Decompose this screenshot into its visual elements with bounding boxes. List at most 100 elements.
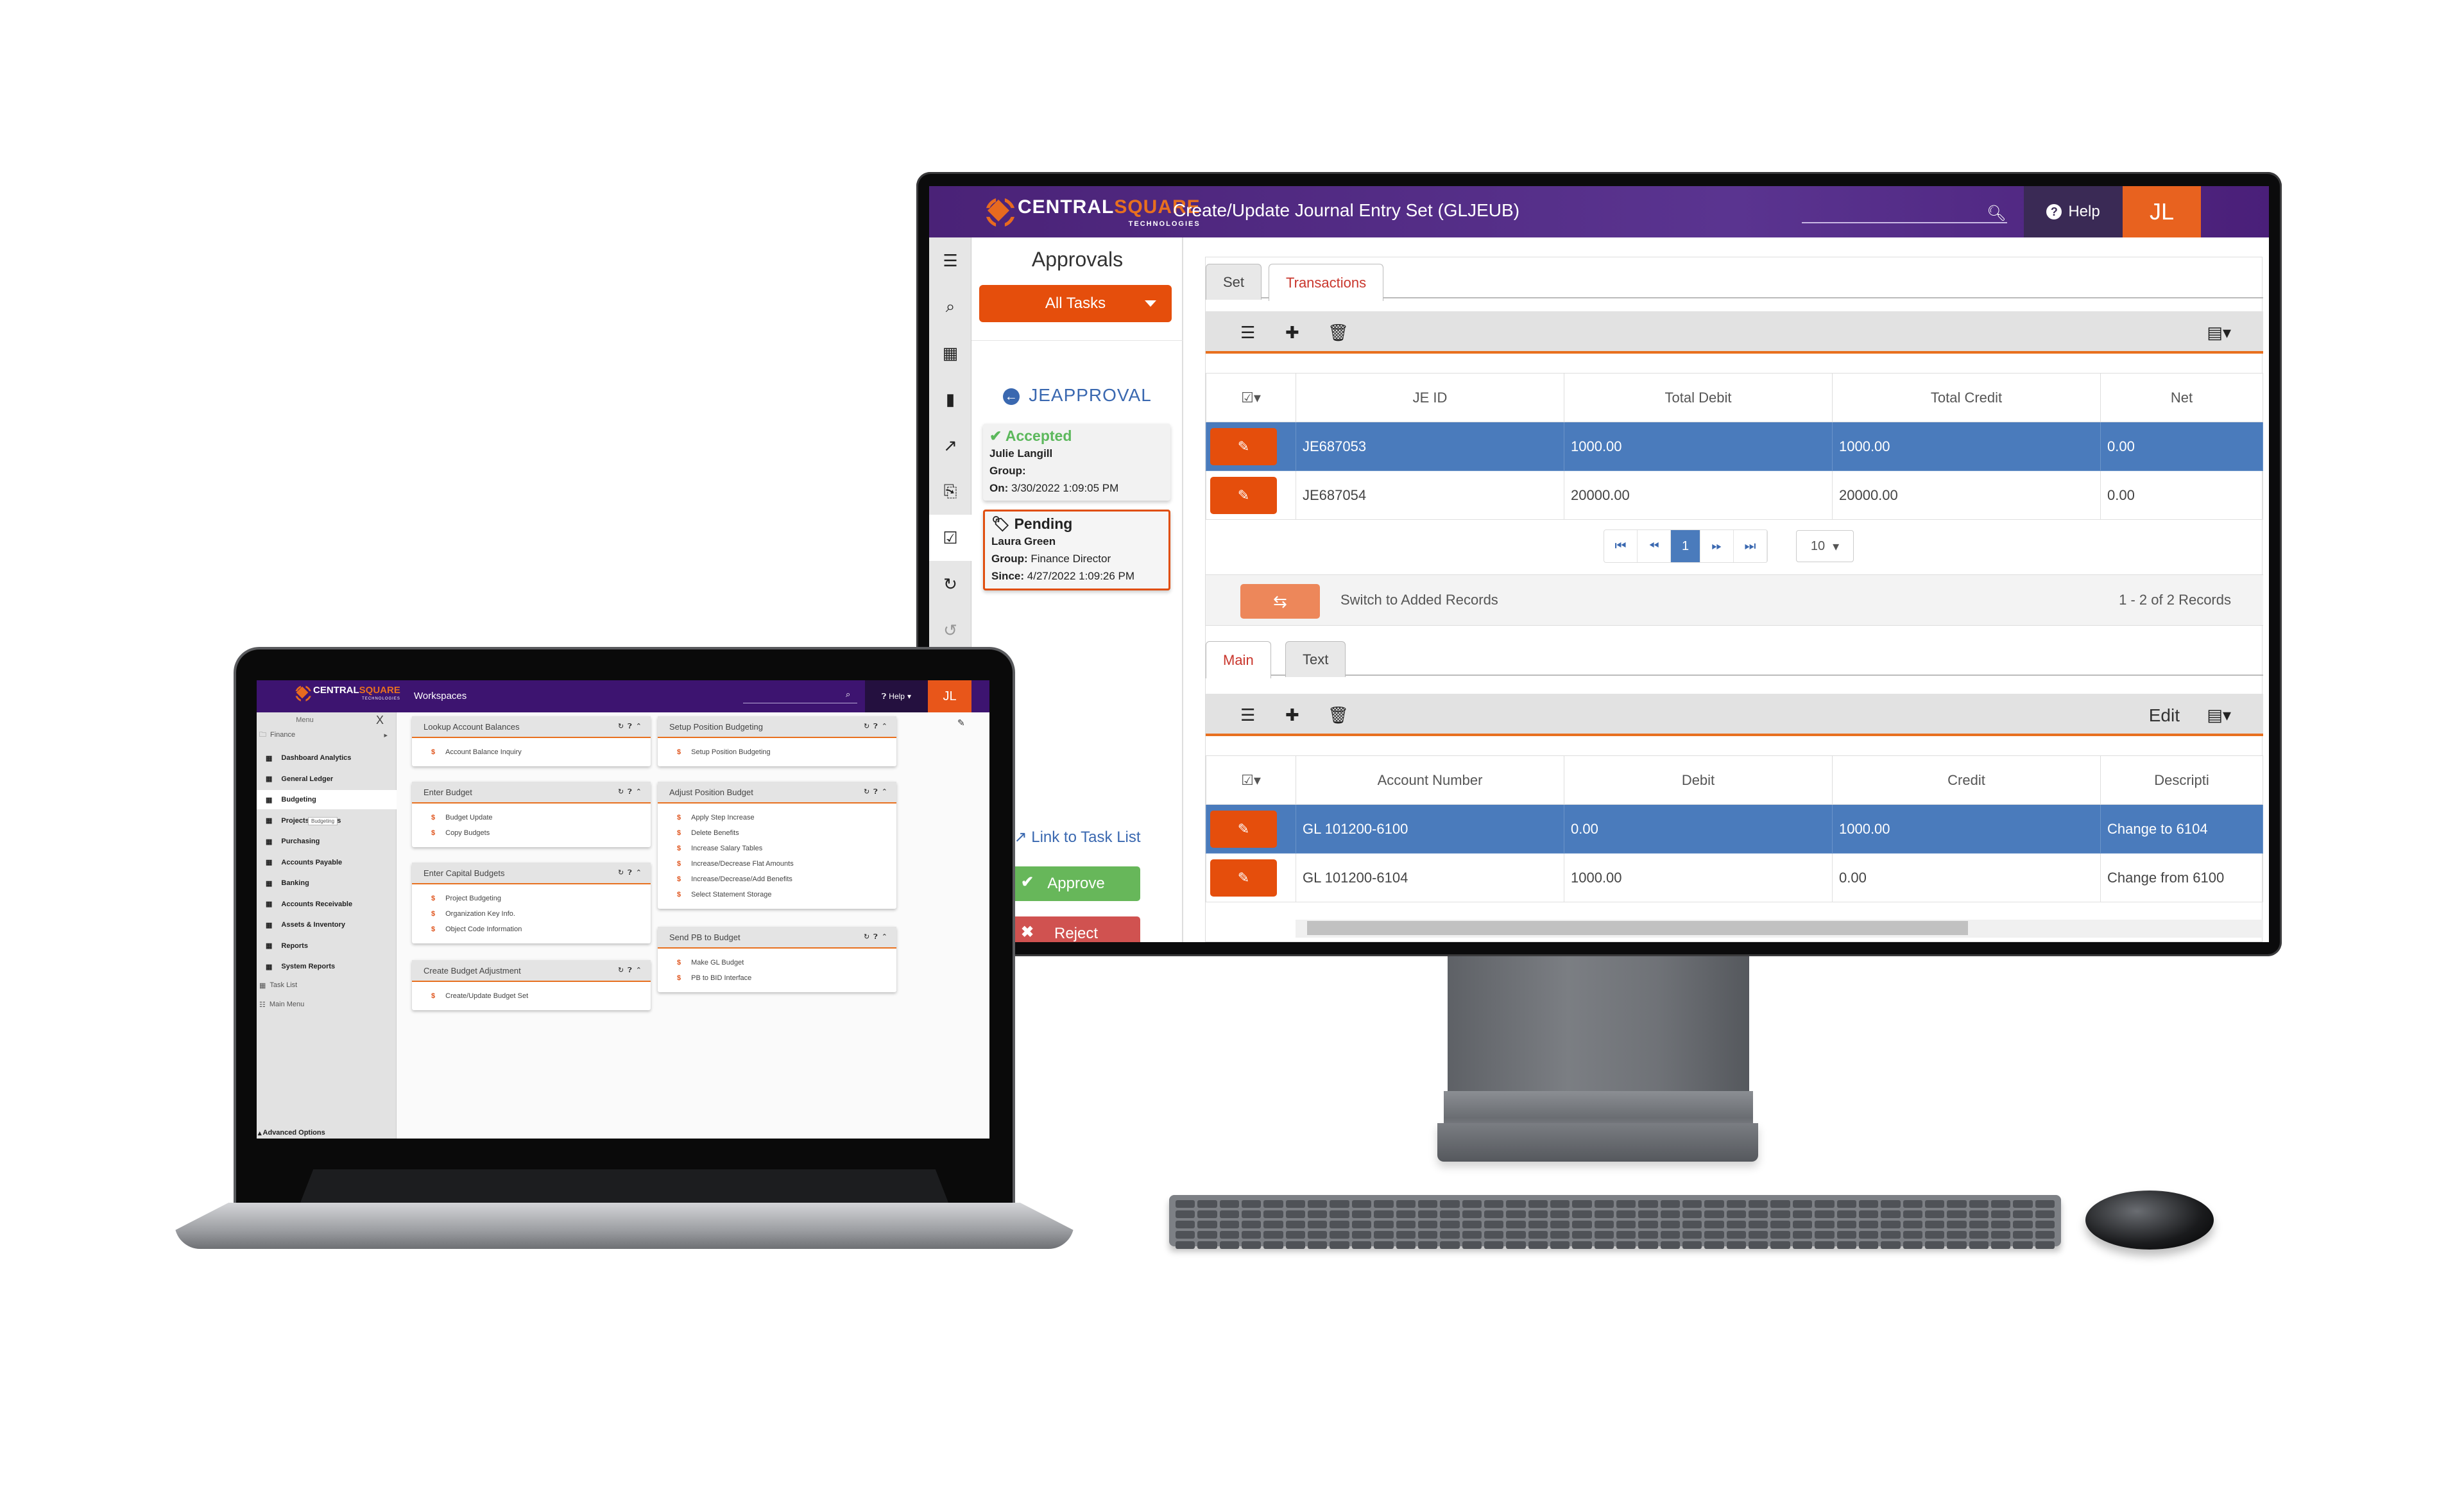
column-chooser-icon[interactable]: ▤▾ xyxy=(2207,705,2231,725)
chevron-up-icon[interactable]: ⌃ xyxy=(636,788,646,796)
chevron-up-icon[interactable]: ⌃ xyxy=(882,933,891,941)
edit-row-button[interactable]: ✎ xyxy=(1210,476,1277,514)
workspace-link[interactable]: $ Account Balance Inquiry xyxy=(431,744,651,760)
menu-main-menu[interactable]: ☷ Main Menu xyxy=(257,995,397,1014)
menu-item[interactable]: ▦ Purchasing xyxy=(257,832,397,851)
help-icon[interactable]: ❓︎ xyxy=(873,933,882,941)
workspace-link[interactable]: $ Object Code Information xyxy=(431,922,651,937)
refresh-icon[interactable]: ↻ xyxy=(618,967,628,974)
edit-workspace-icon[interactable]: ✎ xyxy=(957,718,965,728)
paperclip-icon[interactable]: ⎘ xyxy=(929,469,971,515)
page-number[interactable]: 1 xyxy=(1671,530,1700,562)
search-input[interactable] xyxy=(1802,203,2007,223)
user-avatar[interactable]: JL xyxy=(928,680,971,712)
select-all-header[interactable]: ☑▾ xyxy=(1206,373,1296,422)
tab-transactions[interactable]: Transactions xyxy=(1269,264,1384,301)
refresh-icon[interactable]: ↻ xyxy=(929,561,971,607)
external-link-icon[interactable]: ↗ xyxy=(929,422,971,469)
help-icon[interactable]: ❓︎ xyxy=(628,869,636,877)
tab-text[interactable]: Text xyxy=(1285,641,1346,677)
workspace-link[interactable]: $ Setup Position Budgeting xyxy=(677,744,896,760)
all-tasks-dropdown[interactable]: All Tasks xyxy=(979,285,1172,322)
menu-item[interactable]: ▦ Budgeting xyxy=(257,790,397,809)
reject-button[interactable]: ✖ Reject xyxy=(1012,916,1140,942)
list-icon[interactable]: ▦ xyxy=(929,330,971,376)
menu-item[interactable]: ▦ Reports xyxy=(257,936,397,956)
column-header[interactable]: Debit xyxy=(1564,755,1833,805)
menu-folder-finance[interactable]: 🗀︎ Finance ▸ xyxy=(257,725,397,744)
list-view-icon[interactable]: ☰ xyxy=(1240,705,1255,725)
workflow-back-link[interactable]: ← JEAPPROVAL xyxy=(971,385,1183,406)
table-row[interactable]: ✎ JE687053 1000.00 1000.00 0.00 xyxy=(1206,422,2263,471)
workspace-link[interactable]: $ Make GL Budget xyxy=(677,955,896,970)
edit-row-button[interactable]: ✎ xyxy=(1210,859,1277,897)
workspace-link[interactable]: $ PB to BID Interface xyxy=(677,970,896,986)
book-icon[interactable]: ▮ xyxy=(929,376,971,422)
workspace-link[interactable]: $ Increase/Decrease Flat Amounts xyxy=(677,856,896,872)
help-button[interactable]: ? Help xyxy=(2024,186,2123,237)
workspace-link[interactable]: $ Copy Budgets xyxy=(431,825,651,841)
chevron-up-icon[interactable]: ⌃ xyxy=(882,788,891,796)
table-row[interactable]: ✎ GL 101200-6104 1000.00 0.00 Change fro… xyxy=(1206,853,2263,902)
add-icon[interactable]: ✚ xyxy=(1285,705,1299,725)
help-icon[interactable]: ❓︎ xyxy=(628,967,636,974)
menu-item[interactable]: ▦ Assets & Inventory xyxy=(257,915,397,934)
table-row[interactable]: ✎ JE687054 20000.00 20000.00 0.00 xyxy=(1206,470,2263,520)
chevron-up-icon[interactable]: ⌃ xyxy=(636,723,646,730)
menu-item[interactable]: ▦ Accounts Receivable xyxy=(257,895,397,914)
approve-button[interactable]: ✔ Approve xyxy=(1012,866,1140,901)
column-header[interactable]: Net xyxy=(2100,373,2263,422)
refresh-icon[interactable]: ↻ xyxy=(864,723,873,730)
trash-icon[interactable]: 🗑︎ xyxy=(1328,323,1349,343)
column-header[interactable]: JE ID xyxy=(1296,373,1564,422)
workspace-link[interactable]: $ Increase/Decrease/Add Benefits xyxy=(677,872,896,887)
edit-row-button[interactable]: ✎ xyxy=(1210,810,1277,848)
list-view-icon[interactable]: ☰ xyxy=(1240,323,1255,343)
table-row[interactable]: ✎ GL 101200-6100 0.00 1000.00 Change to … xyxy=(1206,804,2263,854)
menu-item[interactable]: ▦ Accounts Payable xyxy=(257,853,397,872)
select-all-header[interactable]: ☑▾ xyxy=(1206,755,1296,805)
horizontal-scrollbar[interactable] xyxy=(1296,920,2263,938)
first-page-icon[interactable]: ⏮︎ xyxy=(1604,530,1638,562)
tab-set[interactable]: Set xyxy=(1206,264,1262,300)
help-icon[interactable]: ❓︎ xyxy=(628,788,636,796)
help-icon[interactable]: ❓︎ xyxy=(873,788,882,796)
menu-item[interactable]: ▦ General Ledger xyxy=(257,769,397,789)
search-icon[interactable]: ⌕ xyxy=(929,284,971,330)
edit-button[interactable]: Edit xyxy=(2149,705,2180,726)
tab-main[interactable]: Main xyxy=(1206,641,1271,678)
column-header[interactable]: Descripti xyxy=(2100,755,2263,805)
edit-row-button[interactable]: ✎ xyxy=(1210,427,1277,465)
switch-records-button[interactable]: ⇆ xyxy=(1240,584,1320,619)
workspace-link[interactable]: $ Increase Salary Tables xyxy=(677,841,896,856)
menu-icon[interactable]: ☰ xyxy=(929,237,971,284)
column-chooser-icon[interactable]: ▤▾ xyxy=(2207,323,2231,343)
refresh-icon[interactable]: ↻ xyxy=(864,933,873,941)
chevron-up-icon[interactable]: ⌃ xyxy=(636,869,646,877)
chevron-up-icon[interactable]: ⌃ xyxy=(882,723,891,730)
trash-icon[interactable]: 🗑︎ xyxy=(1328,705,1349,725)
search-input[interactable] xyxy=(743,689,857,703)
column-header[interactable]: Account Number xyxy=(1296,755,1564,805)
menu-item[interactable]: ▦ Banking xyxy=(257,873,397,893)
next-page-icon[interactable]: ⏩︎ xyxy=(1700,530,1734,562)
refresh-icon[interactable]: ↻ xyxy=(618,869,628,877)
undo-icon[interactable]: ↺ xyxy=(929,607,971,653)
prev-page-icon[interactable]: ⏪︎ xyxy=(1638,530,1671,562)
add-icon[interactable]: ✚ xyxy=(1285,323,1299,343)
workspace-link[interactable]: $ Apply Step Increase xyxy=(677,810,896,825)
calendar-check-icon[interactable]: ☑ xyxy=(929,515,971,561)
column-header[interactable]: Total Credit xyxy=(1832,373,2101,422)
refresh-icon[interactable]: ↻ xyxy=(864,788,873,796)
search-icon[interactable]: 🔍︎ xyxy=(1987,204,2006,223)
help-icon[interactable]: ❓︎ xyxy=(873,723,882,730)
menu-task-list[interactable]: ▦ Task List xyxy=(257,976,397,995)
workspace-link[interactable]: $ Organization Key Info. xyxy=(431,906,651,922)
search-icon[interactable]: ⌕ xyxy=(846,689,850,700)
user-avatar[interactable]: JL xyxy=(2123,186,2201,237)
scrollbar-thumb[interactable] xyxy=(1307,921,1968,935)
help-icon[interactable]: ❓︎ xyxy=(628,723,636,730)
last-page-icon[interactable]: ⏭︎ xyxy=(1734,530,1767,562)
refresh-icon[interactable]: ↻ xyxy=(618,788,628,796)
refresh-icon[interactable]: ↻ xyxy=(618,723,628,730)
